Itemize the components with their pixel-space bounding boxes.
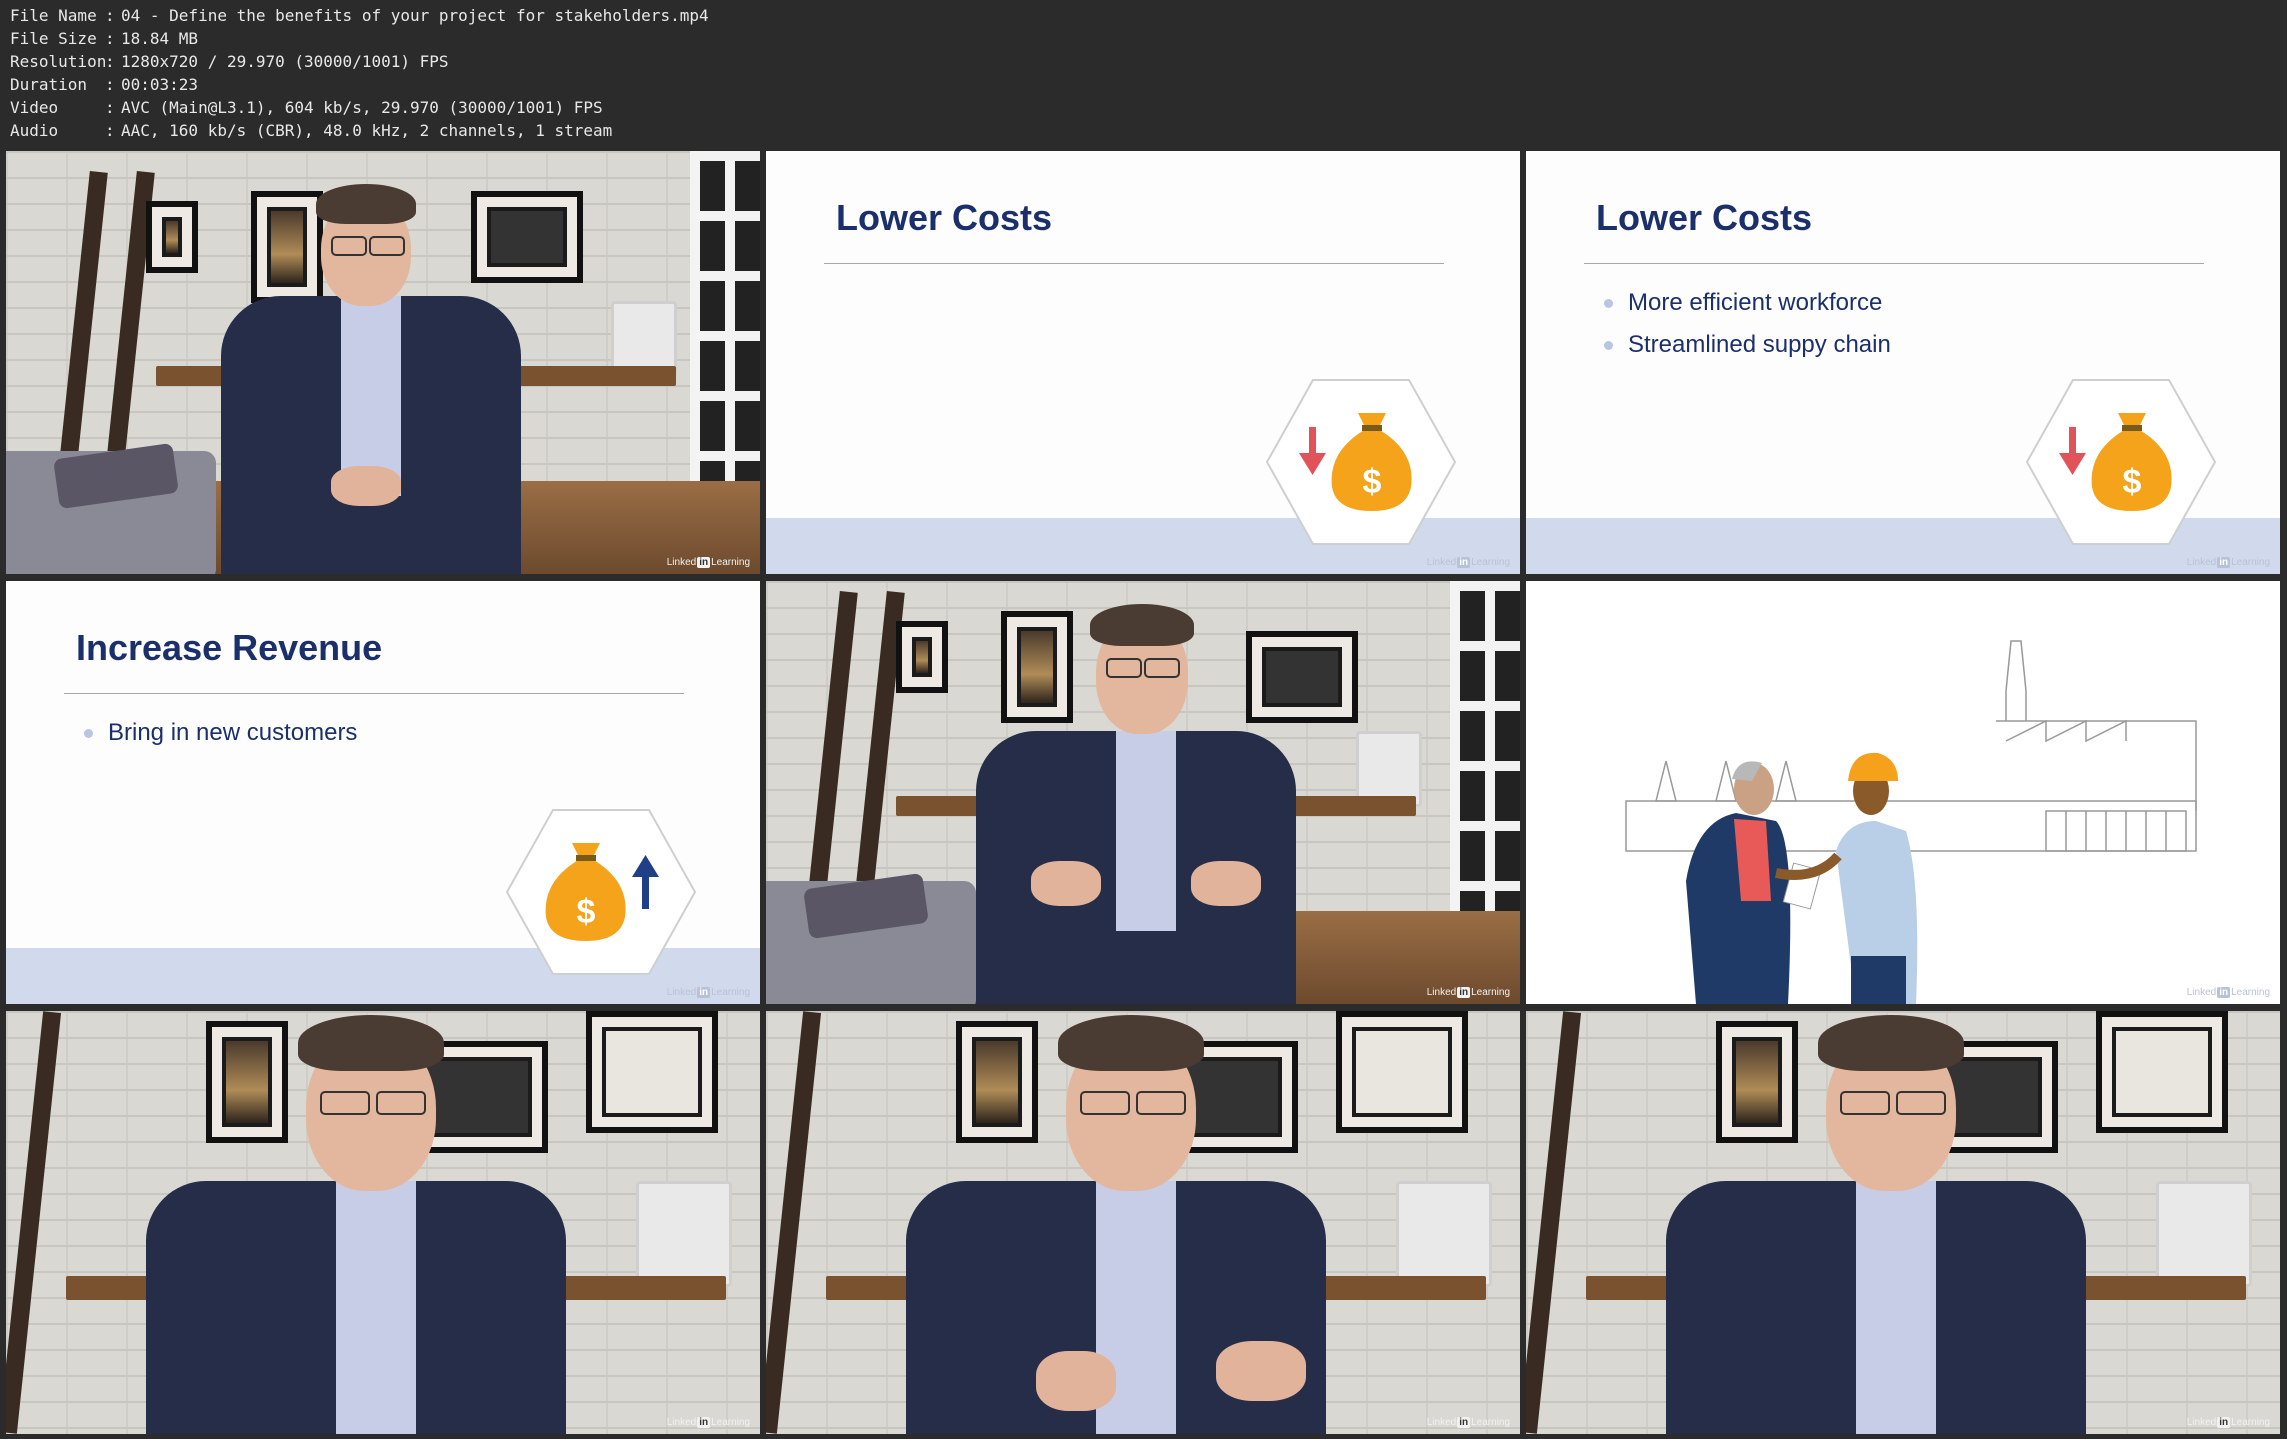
bullet-item: More efficient workforce [1604, 289, 1891, 317]
linkedin-learning-watermark: Linked in Learning [2186, 1417, 2270, 1428]
bullet-item: Streamlined suppy chain [1604, 331, 1891, 359]
factory-workers-illustration [1625, 640, 2197, 1004]
thumbnail-presenter-2[interactable]: Linked in Learning [766, 581, 1520, 1004]
video-row: Video: AVC (Main@L3.1), 604 kb/s, 29.970… [10, 98, 603, 117]
thumbnail-presenter-1[interactable]: Linked in Learning [6, 151, 760, 574]
title-divider [824, 263, 1444, 264]
thumbnail-presenter-5[interactable]: Linked in Learning [1526, 1011, 2280, 1434]
duration-key: Duration [10, 75, 88, 94]
duration-value: 00:03:23 [121, 75, 199, 94]
thumbnail-slide-increase-revenue[interactable]: Increase Revenue Bring in new customers … [6, 581, 760, 1004]
thumbnail-slide-lower-costs-1[interactable]: Lower Costs $ Linked in Learning [766, 151, 1520, 574]
bullet-item: Bring in new customers [84, 719, 357, 747]
file-name-value: 04 - Define the benefits of your project… [121, 6, 709, 25]
thumbnail-presenter-3[interactable]: Linked in Learning [6, 1011, 760, 1434]
video-value: AVC (Main@L3.1), 604 kb/s, 29.970 (30000… [121, 98, 603, 117]
linkedin-learning-watermark: Linked in Learning [666, 1417, 750, 1428]
file-size-key: File Size [10, 29, 97, 48]
lower-cost-hexagon: $ [1266, 379, 1456, 545]
slide-title: Increase Revenue [76, 627, 383, 668]
title-divider [1584, 263, 2204, 264]
increase-revenue-hexagon: $ [506, 809, 696, 975]
file-size-value: 18.84 MB [121, 29, 199, 48]
svg-text:$: $ [2123, 463, 2142, 501]
file-info-panel: File Name: 04 - Define the benefits of y… [10, 4, 709, 142]
worker-figure [1775, 752, 1918, 1004]
lower-cost-hexagon: $ [2026, 379, 2216, 545]
thumbnail-illustration-factory[interactable]: Linked in Learning [1526, 581, 2280, 1004]
svg-text:$: $ [1363, 463, 1382, 501]
linkedin-learning-watermark: Linked in Learning [666, 987, 750, 998]
linkedin-learning-watermark: Linked in Learning [2186, 987, 2270, 998]
video-key: Video [10, 98, 59, 117]
title-divider [64, 693, 684, 694]
linkedin-learning-watermark: Linked in Learning [1426, 987, 1510, 998]
file-name-row: File Name: 04 - Define the benefits of y… [10, 6, 709, 25]
audio-value: AAC, 160 kb/s (CBR), 48.0 kHz, 2 channel… [121, 121, 613, 140]
linkedin-learning-watermark: Linked in Learning [1426, 557, 1510, 568]
slide-title: Lower Costs [836, 197, 1053, 238]
resolution-key: Resolution [10, 52, 107, 71]
resolution-value: 1280x720 / 29.970 (30000/1001) FPS [121, 52, 449, 71]
thumbnail-presenter-4[interactable]: Linked in Learning [766, 1011, 1520, 1434]
audio-key: Audio [10, 121, 59, 140]
linkedin-learning-watermark: Linked in Learning [666, 557, 750, 568]
linkedin-learning-watermark: Linked in Learning [1426, 1417, 1510, 1428]
file-name-key: File Name [10, 6, 97, 25]
wall-picture [251, 191, 323, 303]
thumbnail-slide-lower-costs-2[interactable]: Lower Costs More efficient workforce Str… [1526, 151, 2280, 574]
slide-title: Lower Costs [1596, 197, 1813, 238]
resolution-row: Resolution: 1280x720 / 29.970 (30000/100… [10, 52, 449, 71]
bullet-list: Bring in new customers [84, 719, 357, 761]
manager-figure [1686, 761, 1822, 1004]
linkedin-learning-watermark: Linked in Learning [2186, 557, 2270, 568]
file-size-row: File Size: 18.84 MB [10, 29, 199, 48]
bullet-list: More efficient workforce Streamlined sup… [1604, 289, 1891, 373]
duration-row: Duration: 00:03:23 [10, 75, 199, 94]
svg-text:$: $ [577, 893, 596, 931]
audio-row: Audio: AAC, 160 kb/s (CBR), 48.0 kHz, 2 … [10, 121, 613, 140]
